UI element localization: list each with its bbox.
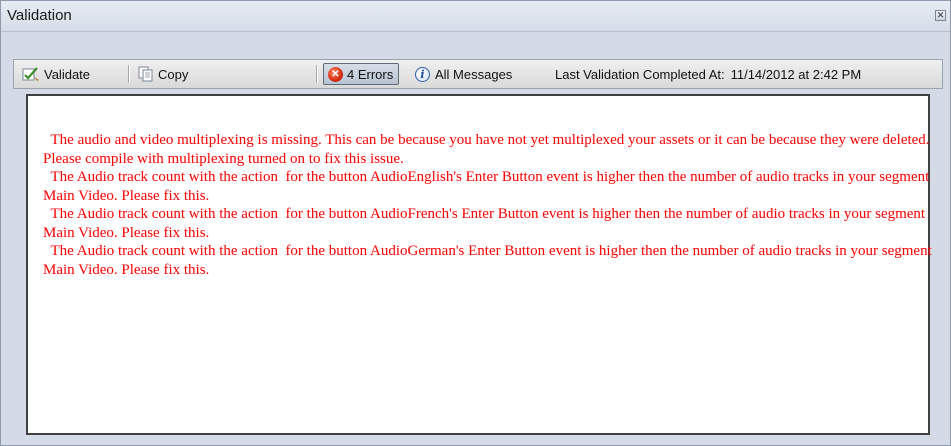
status-label: Last Validation Completed At: (555, 66, 725, 82)
validate-button[interactable]: Validate (22, 60, 90, 88)
validation-window: Validation ✕ Validate Copy ✕ 4 Errors i … (0, 0, 951, 446)
message-list: The audio and video multiplexing is miss… (43, 131, 943, 279)
toolbar-separator (128, 65, 130, 83)
error-message: The Audio track count with the action fo… (43, 243, 936, 278)
all-messages-button[interactable]: i All Messages (415, 60, 512, 88)
title-bar[interactable]: Validation ✕ (1, 1, 950, 32)
info-icon: i (415, 66, 430, 82)
error-message: The Audio track count with the action fo… (43, 206, 929, 241)
validate-icon (22, 67, 39, 81)
toolbar-separator (316, 65, 318, 83)
errors-filter-button[interactable]: ✕ 4 Errors (323, 63, 400, 85)
status-value: 11/14/2012 at 2:42 PM (730, 66, 862, 82)
validation-toolbar: Validate Copy ✕ 4 Errors i All Messages … (13, 59, 943, 89)
copy-label: Copy (158, 66, 189, 82)
copy-button[interactable]: Copy (138, 60, 188, 88)
errors-label: 4 Errors (347, 66, 394, 82)
copy-icon (138, 66, 153, 82)
last-validation-status: Last Validation Completed At: 11/14/2012… (555, 60, 861, 88)
error-icon: ✕ (328, 66, 343, 82)
window-title: Validation (7, 7, 72, 24)
all-messages-label: All Messages (435, 66, 513, 82)
error-message: The audio and video multiplexing is miss… (43, 132, 934, 167)
close-icon[interactable]: ✕ (935, 10, 946, 21)
validate-label: Validate (44, 66, 91, 82)
error-message: The Audio track count with the action fo… (43, 169, 934, 204)
messages-panel[interactable]: The audio and video multiplexing is miss… (26, 94, 932, 435)
